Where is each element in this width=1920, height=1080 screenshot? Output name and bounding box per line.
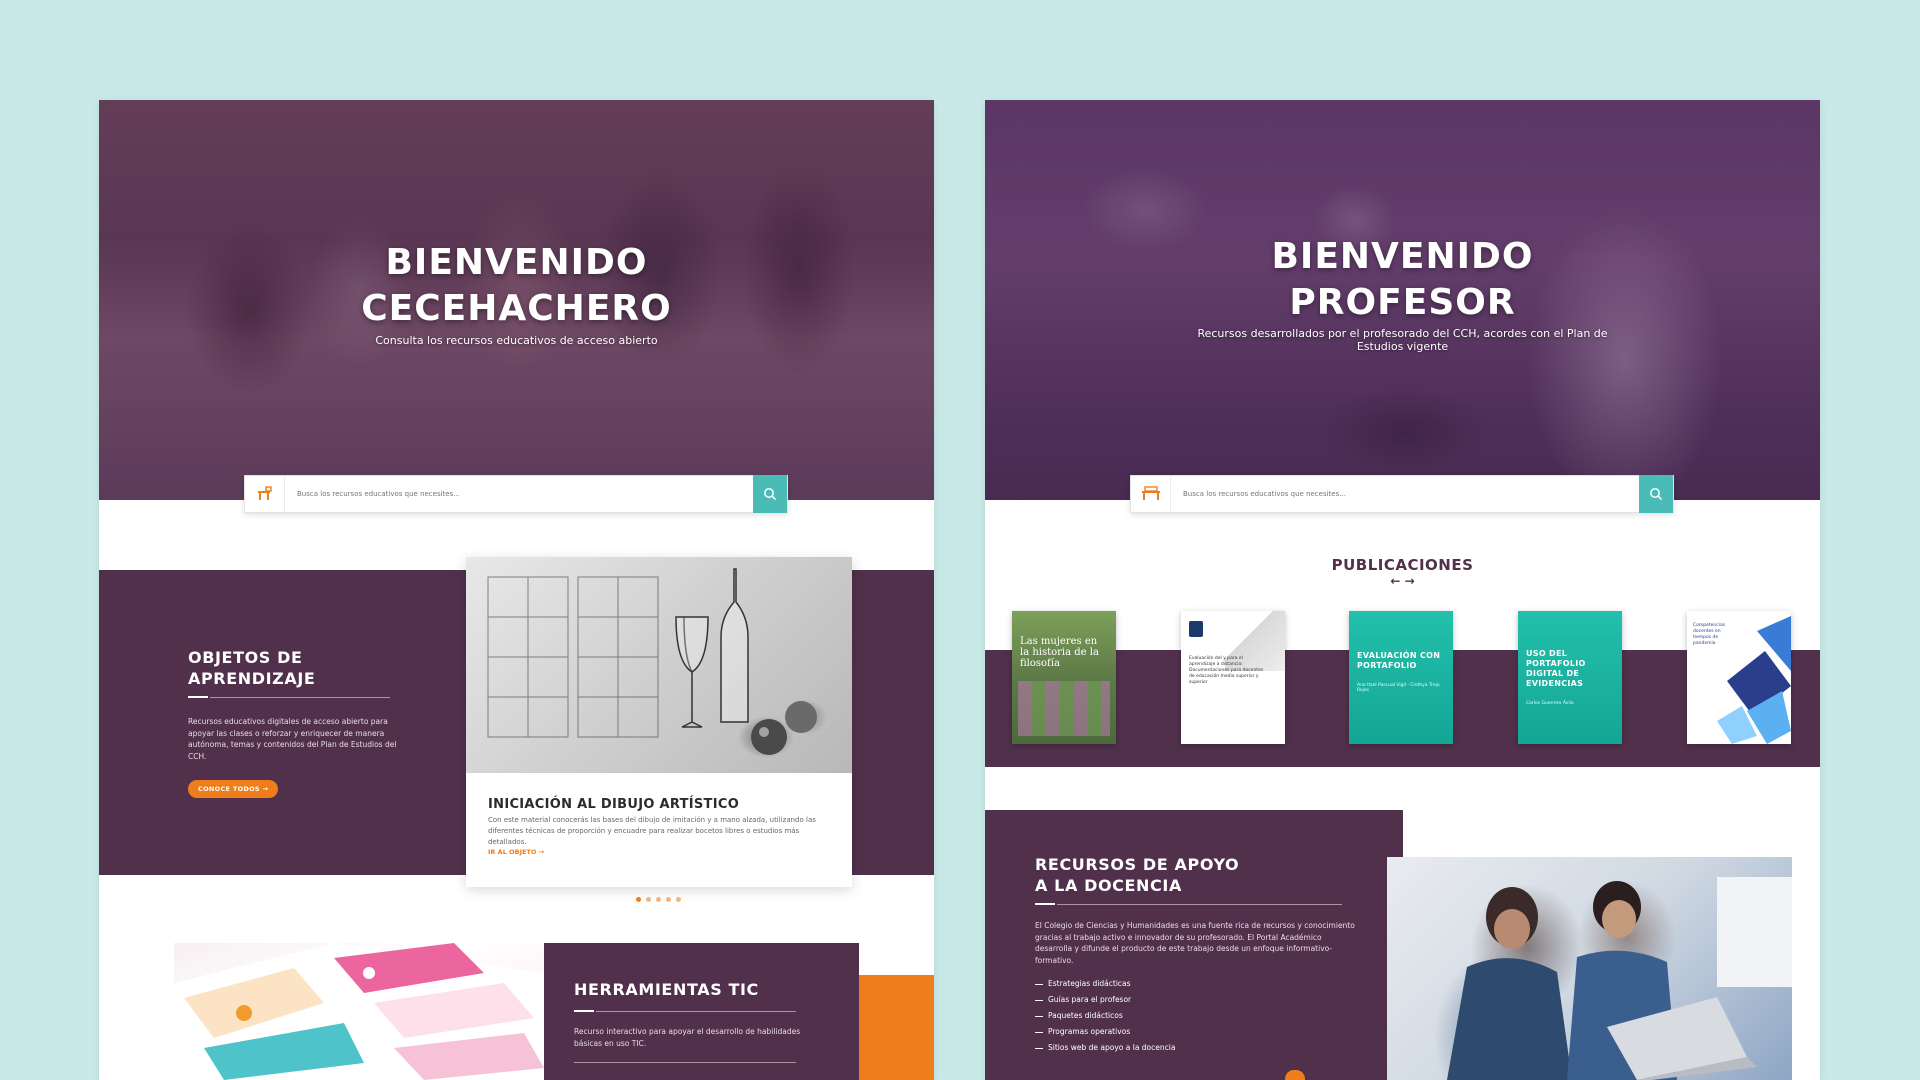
carousel-arrows-icon[interactable]: ← → — [985, 574, 1820, 588]
list-item[interactable]: Paquetes didácticos — [1035, 1008, 1175, 1024]
list-item-label: Sitios web de apoyo a la docencia — [1048, 1043, 1176, 1052]
search-button[interactable] — [753, 475, 787, 513]
tic-screens-mockup — [174, 943, 544, 1080]
book-author: Carlos Guerrero Ávila — [1526, 701, 1574, 706]
book-title: USO DEL PORTAFOLIO DIGITAL DE EVIDENCIAS — [1526, 649, 1586, 688]
list-item[interactable]: Estrategias didácticas — [1035, 976, 1175, 992]
objetos-title-line2: APRENDIZAJE — [188, 669, 316, 688]
learning-objects-title: OBJETOS DE APRENDIZAJE — [188, 647, 438, 689]
student-hero-title: BIENVENIDO CECEHACHERO — [99, 240, 934, 332]
teaching-resources-title: RECURSOS DE APOYO A LA DOCENCIA — [1035, 854, 1295, 896]
search-icon — [1650, 488, 1663, 501]
list-item[interactable]: Sitios web de apoyo a la docencia — [1035, 1040, 1175, 1056]
tic-tools-title: HERRAMIENTAS TIC — [574, 980, 759, 999]
divider — [596, 1010, 796, 1012]
drawing-bottles-image — [466, 557, 852, 773]
objetos-title-line1: OBJETOS DE — [188, 648, 303, 667]
search-icon — [764, 488, 777, 501]
divider — [1057, 903, 1342, 905]
book-cover[interactable]: EVALUACIÓN CON PORTAFOLIO Ana Itzel Pasc… — [1349, 611, 1453, 744]
dash-icon — [1035, 1015, 1043, 1017]
teacher-hero-title: BIENVENIDO PROFESOR — [985, 234, 1820, 326]
book-author: Ana Itzel Pascual Vigil · Cinthya Trejo … — [1357, 683, 1440, 693]
book-cover[interactable]: Las mujeres en la historia de la filosof… — [1012, 611, 1116, 744]
dash-icon — [1035, 1031, 1043, 1033]
book-cover[interactable]: Competencias docentes en tiempos de pand… — [1687, 611, 1791, 744]
hero-title-line1: BIENVENIDO — [385, 242, 648, 283]
list-item[interactable]: Guías para el profesor — [1035, 992, 1175, 1008]
unam-logo-icon — [1189, 621, 1203, 637]
hero-title-line2: PROFESOR — [1289, 282, 1516, 323]
list-item[interactable]: Programas operativos — [1035, 1024, 1175, 1040]
search-input[interactable] — [1171, 476, 1639, 512]
rec-title-line2: A LA DOCENCIA — [1035, 876, 1182, 895]
dash-icon — [1035, 999, 1043, 1001]
title-underline — [188, 696, 208, 698]
desk-icon — [1131, 476, 1171, 512]
carousel-dots — [636, 897, 681, 902]
dash-icon — [1035, 1047, 1043, 1049]
dash-icon — [1035, 983, 1043, 985]
carousel-dot[interactable] — [646, 897, 651, 902]
rec-title-line1: RECURSOS DE APOYO — [1035, 855, 1240, 874]
tic-tools-description: Recurso interactivo para apoyar el desar… — [574, 1027, 801, 1048]
student-homepage-mockup: BIENVENIDO CECEHACHERO Consulta los recu… — [99, 100, 934, 1080]
orange-accent-block — [859, 975, 934, 1080]
list-item-label: Estrategias didácticas — [1048, 979, 1131, 988]
carousel-dot[interactable] — [656, 897, 661, 902]
students-laptop-photo — [1387, 857, 1792, 1080]
hero-subtitle: Consulta los recursos educativos de acce… — [375, 334, 658, 347]
book-title: EVALUACIÓN CON PORTAFOLIO — [1357, 651, 1441, 670]
book-title: Evaluación del y para el aprendizaje a d… — [1189, 656, 1264, 685]
list-item-label: Guías para el profesor — [1048, 995, 1132, 1004]
search-input[interactable] — [285, 476, 753, 512]
see-all-button[interactable]: CONOCE TODOS → — [188, 780, 279, 798]
card-title: INICIACIÓN AL DIBUJO ARTÍSTICO — [488, 797, 740, 812]
hero-title-line2: CECEHACHERO — [361, 288, 672, 329]
search-bar — [1130, 475, 1674, 513]
carousel-dot[interactable] — [636, 897, 641, 902]
book-cover[interactable]: Evaluación del y para el aprendizaje a d… — [1181, 611, 1285, 744]
title-underline — [1035, 903, 1055, 905]
divider — [210, 696, 390, 698]
book-title: Las mujeres en la historia de la filosof… — [1020, 636, 1099, 669]
hero-title-line1: BIENVENIDO — [1271, 236, 1534, 277]
cover-pattern — [1717, 616, 1791, 744]
list-item-label: Programas operativos — [1048, 1027, 1131, 1036]
carousel-dot[interactable] — [676, 897, 681, 902]
teacher-homepage-mockup: BIENVENIDO PROFESOR Recursos desarrollad… — [985, 100, 1820, 1080]
title-underline — [574, 1010, 594, 1012]
learning-object-card[interactable]: INICIACIÓN AL DIBUJO ARTÍSTICO Con este … — [466, 557, 852, 887]
search-button[interactable] — [1639, 475, 1673, 513]
learn-more-button[interactable] — [1285, 1070, 1305, 1080]
search-bar — [244, 475, 788, 513]
go-to-object-link[interactable]: IR AL OBJETO → — [488, 848, 544, 856]
portraits-collage — [1018, 681, 1110, 736]
students-hero-image: BIENVENIDO CECEHACHERO Consulta los recu… — [99, 100, 934, 500]
divider — [574, 1062, 796, 1063]
resources-list: Estrategias didácticas Guías para el pro… — [1035, 976, 1175, 1056]
publications-title: PUBLICACIONES — [1331, 556, 1474, 574]
teaching-resources-description: El Colegio de Ciencias y Humanidades es … — [1035, 921, 1355, 965]
book-cover[interactable]: USO DEL PORTAFOLIO DIGITAL DE EVIDENCIAS… — [1518, 611, 1622, 744]
hero-subtitle: Recursos desarrollados por el profesorad… — [1197, 327, 1608, 353]
desk-icon — [245, 476, 285, 512]
card-description: Con este material conocerás las bases de… — [488, 816, 816, 846]
lab-hero-image: BIENVENIDO PROFESOR Recursos desarrollad… — [985, 100, 1820, 500]
carousel-dot[interactable] — [666, 897, 671, 902]
list-item-label: Paquetes didácticos — [1048, 1011, 1123, 1020]
learning-objects-description: Recursos educativos digitales de acceso … — [188, 717, 397, 761]
